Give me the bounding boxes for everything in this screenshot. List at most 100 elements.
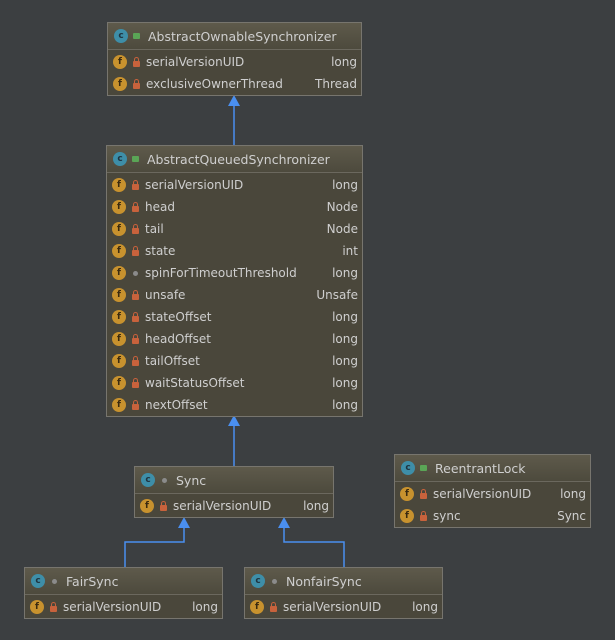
- class-icon: c: [31, 574, 45, 588]
- private-lock-icon: [420, 511, 427, 521]
- private-lock-icon: [132, 312, 139, 322]
- class-header[interactable]: c AbstractQueuedSynchronizer: [107, 146, 362, 173]
- class-node-fair[interactable]: c FairSync f serialVersionUID long: [24, 567, 223, 619]
- field-name: waitStatusOffset: [145, 376, 245, 390]
- class-header[interactable]: c FairSync: [25, 568, 222, 595]
- field-icon: f: [112, 288, 126, 302]
- field-name: exclusiveOwnerThread: [146, 77, 283, 91]
- field-icon: f: [112, 222, 126, 236]
- field-icon: f: [30, 600, 44, 614]
- class-icon: c: [141, 473, 155, 487]
- arrow-fairsync-to-sync: [124, 526, 185, 567]
- class-name: Sync: [176, 472, 207, 488]
- private-lock-icon: [132, 356, 139, 366]
- class-name: AbstractQueuedSynchronizer: [147, 151, 330, 167]
- class-icon: c: [113, 152, 127, 166]
- field-type: long: [332, 354, 358, 368]
- private-lock-icon: [132, 246, 139, 256]
- field-icon: f: [112, 354, 126, 368]
- field-row[interactable]: f waitStatusOffset long: [107, 372, 362, 394]
- field-name: nextOffset: [145, 398, 208, 412]
- field-row[interactable]: f unsafe Unsafe: [107, 284, 362, 306]
- field-type: long: [331, 55, 357, 69]
- field-name: headOffset: [145, 332, 212, 346]
- field-row[interactable]: f headOffset long: [107, 328, 362, 350]
- field-type: Unsafe: [316, 288, 358, 302]
- field-type: Node: [326, 200, 358, 214]
- arrow-nonfairsync-to-sync: [283, 526, 345, 567]
- field-name: serialVersionUID: [283, 600, 382, 614]
- field-type: Sync: [557, 509, 586, 523]
- arrowhead: [278, 517, 290, 528]
- field-name: sync: [433, 509, 461, 523]
- field-icon: f: [250, 600, 264, 614]
- private-lock-icon: [132, 202, 139, 212]
- package-private-icon: [52, 578, 57, 584]
- field-icon: f: [112, 178, 126, 192]
- field-icon: f: [112, 310, 126, 324]
- private-lock-icon: [132, 400, 139, 410]
- private-lock-icon: [50, 602, 57, 612]
- field-name: tail: [145, 222, 164, 236]
- private-lock-icon: [133, 79, 140, 89]
- class-header[interactable]: c ReentrantLock: [395, 455, 590, 482]
- field-name: unsafe: [145, 288, 186, 302]
- private-lock-icon: [270, 602, 277, 612]
- field-name: tailOffset: [145, 354, 200, 368]
- field-name: serialVersionUID: [63, 600, 162, 614]
- field-type: long: [332, 178, 358, 192]
- field-row[interactable]: f serialVersionUID long: [108, 51, 361, 73]
- class-name: NonfairSync: [286, 573, 362, 589]
- class-header[interactable]: c NonfairSync: [245, 568, 442, 595]
- private-lock-icon: [132, 180, 139, 190]
- class-node-nonfair[interactable]: c NonfairSync f serialVersionUID long: [244, 567, 443, 619]
- field-icon: f: [400, 509, 414, 523]
- field-row[interactable]: f serialVersionUID long: [135, 495, 333, 517]
- field-row[interactable]: f serialVersionUID long: [395, 483, 590, 505]
- class-icon: c: [401, 461, 415, 475]
- field-name: stateOffset: [145, 310, 212, 324]
- private-lock-icon: [132, 378, 139, 388]
- field-name: head: [145, 200, 175, 214]
- class-node-rl[interactable]: c ReentrantLock f serialVersionUID long …: [394, 454, 591, 528]
- field-type: long: [332, 310, 358, 324]
- field-icon: f: [140, 499, 154, 513]
- package-private-icon: [162, 477, 167, 483]
- class-node-sync[interactable]: c Sync f serialVersionUID long: [134, 466, 334, 518]
- field-icon: f: [112, 376, 126, 390]
- field-row[interactable]: f tail Node: [107, 218, 362, 240]
- class-name: AbstractOwnableSynchronizer: [148, 28, 337, 44]
- private-lock-icon: [132, 290, 139, 300]
- field-type: int: [342, 244, 358, 258]
- field-row[interactable]: f exclusiveOwnerThread Thread: [108, 73, 361, 95]
- field-row[interactable]: f serialVersionUID long: [245, 596, 442, 618]
- field-name: spinForTimeoutThreshold: [145, 266, 297, 280]
- arrowhead: [178, 517, 190, 528]
- field-name: serialVersionUID: [146, 55, 245, 69]
- public-icon: [132, 156, 139, 162]
- field-type: long: [303, 499, 329, 513]
- field-row[interactable]: f head Node: [107, 196, 362, 218]
- package-private-icon: [133, 270, 138, 276]
- field-row[interactable]: f stateOffset long: [107, 306, 362, 328]
- class-node-aos[interactable]: c AbstractOwnableSynchronizer f serialVe…: [107, 22, 362, 96]
- field-row[interactable]: f sync Sync: [395, 505, 590, 527]
- field-row[interactable]: f tailOffset long: [107, 350, 362, 372]
- public-icon: [420, 465, 427, 471]
- class-icon: c: [114, 29, 128, 43]
- field-row[interactable]: f nextOffset long: [107, 394, 362, 416]
- field-name: serialVersionUID: [145, 178, 244, 192]
- class-name: ReentrantLock: [435, 460, 526, 476]
- field-type: long: [332, 266, 358, 280]
- class-header[interactable]: c Sync: [135, 467, 333, 494]
- field-icon: f: [112, 332, 126, 346]
- field-icon: f: [113, 77, 127, 91]
- field-row[interactable]: f spinForTimeoutThreshold long: [107, 262, 362, 284]
- class-node-aqs[interactable]: c AbstractQueuedSynchronizer f serialVer…: [106, 145, 363, 417]
- class-header[interactable]: c AbstractOwnableSynchronizer: [108, 23, 361, 50]
- field-row[interactable]: f serialVersionUID long: [107, 174, 362, 196]
- field-type: long: [560, 487, 586, 501]
- field-row[interactable]: f serialVersionUID long: [25, 596, 222, 618]
- field-name: serialVersionUID: [433, 487, 532, 501]
- field-row[interactable]: f state int: [107, 240, 362, 262]
